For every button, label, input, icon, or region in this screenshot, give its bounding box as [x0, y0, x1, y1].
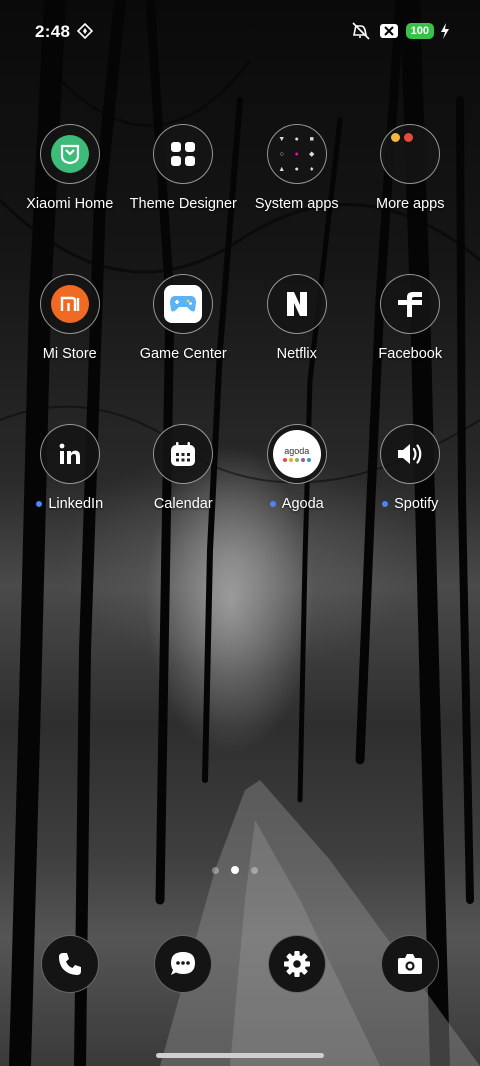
page-indicator[interactable]: [212, 866, 258, 874]
app-label: Calendar: [153, 496, 213, 512]
app-label: Game Center: [139, 346, 227, 362]
home-indicator-bar[interactable]: [156, 1053, 324, 1058]
agoda-icon: agoda: [266, 424, 327, 484]
folder-icon: ▼ ● ■ ○ ● ◆ ▲ ● ♦: [266, 124, 327, 184]
camera-button[interactable]: [381, 935, 440, 993]
app-xiaomi-home[interactable]: Xiaomi Home: [13, 124, 127, 212]
phone-icon: [58, 953, 81, 975]
settings-icon: [283, 951, 310, 977]
messages-icon: [171, 952, 196, 975]
app-label: System apps: [254, 196, 339, 212]
page-dot-3[interactable]: [251, 866, 258, 874]
location-icon: [77, 23, 93, 39]
linkedin-icon: [39, 424, 100, 484]
app-mi-store[interactable]: Mi Store: [13, 274, 127, 362]
app-folder-more-apps[interactable]: More apps: [354, 124, 468, 212]
dock: [13, 935, 467, 993]
battery-indicator: 100: [405, 23, 434, 39]
app-theme-designer[interactable]: Theme Designer: [127, 124, 241, 212]
app-label: Spotify: [382, 496, 438, 512]
gamepad-icon: [153, 274, 214, 334]
app-netflix[interactable]: Netflix: [240, 274, 354, 362]
messages-button[interactable]: [154, 935, 213, 993]
status-time: 2:48: [35, 22, 71, 41]
app-label: Agoda: [269, 496, 324, 512]
new-badge-dot: [382, 501, 389, 507]
app-label: Facebook: [378, 346, 443, 362]
app-linkedin[interactable]: LinkedIn: [13, 424, 127, 512]
app-calendar[interactable]: Calendar: [127, 424, 241, 512]
app-game-center[interactable]: Game Center: [127, 274, 241, 362]
facebook-icon: [380, 274, 441, 334]
app-label: Netflix: [276, 346, 317, 362]
mi-store-icon: [39, 274, 100, 334]
app-label: More apps: [375, 196, 445, 212]
theme-grid-icon: [153, 124, 214, 184]
camera-icon: [398, 954, 423, 974]
page-dot-1[interactable]: [212, 866, 219, 874]
app-folder-system-apps[interactable]: ▼ ● ■ ○ ● ◆ ▲ ● ♦ System apps: [240, 124, 354, 212]
agoda-logo-text: agoda: [284, 446, 310, 456]
calendar-icon: [153, 424, 214, 484]
status-bar: 2:48 100: [0, 0, 480, 62]
app-label: Xiaomi Home: [26, 196, 114, 212]
speaker-icon: [380, 424, 441, 484]
folder-icon: [380, 124, 441, 184]
mute-icon: [352, 22, 370, 40]
new-badge-dot: [269, 501, 276, 507]
page-dot-2-active[interactable]: [231, 866, 239, 874]
app-facebook[interactable]: Facebook: [354, 274, 468, 362]
sim-off-icon: [379, 24, 398, 38]
app-label: LinkedIn: [36, 496, 103, 512]
app-label: Theme Designer: [129, 196, 237, 212]
app-agoda[interactable]: agoda Agoda: [240, 424, 354, 512]
app-grid: Xiaomi Home Theme Designer ▼ ● ■ ○ ● ◆ ▲ ● ♦ S…: [13, 124, 467, 512]
phone-button[interactable]: [40, 935, 99, 993]
netflix-icon: [266, 274, 327, 334]
app-label: Mi Store: [42, 346, 97, 362]
charging-icon: [441, 23, 449, 39]
new-badge-dot: [36, 501, 43, 507]
app-spotify[interactable]: Spotify: [354, 424, 468, 512]
settings-button[interactable]: [267, 935, 326, 993]
mi-home-icon: [39, 124, 100, 184]
